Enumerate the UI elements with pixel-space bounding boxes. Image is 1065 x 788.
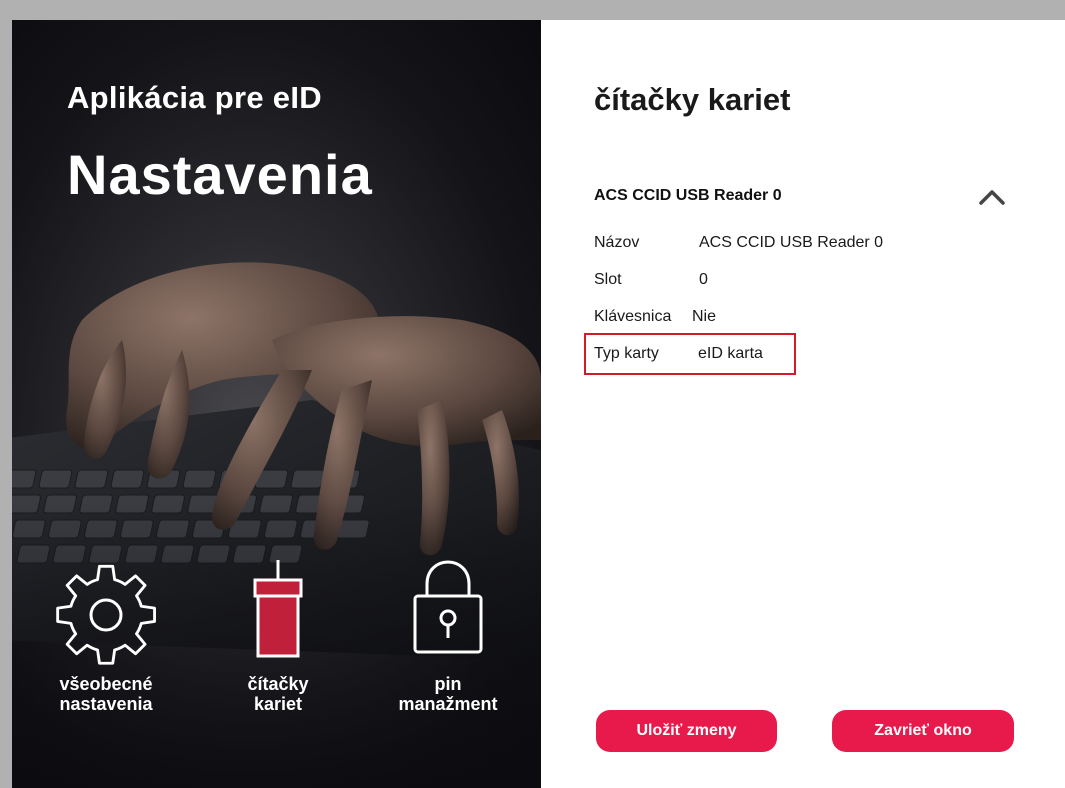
card-reader-icon <box>198 560 358 670</box>
reader-name: ACS CCID USB Reader 0 <box>594 187 782 204</box>
detail-label: Slot <box>594 271 622 288</box>
gear-icon <box>26 560 186 670</box>
close-window-button[interactable]: Zavrieť okno <box>832 710 1014 752</box>
detail-label: Názov <box>594 234 640 251</box>
chevron-up-icon[interactable] <box>978 187 1006 207</box>
detail-value: ACS CCID USB Reader 0 <box>699 234 884 251</box>
lock-icon <box>368 560 528 670</box>
nav-general-settings-label: všeobecné nastavenia <box>59 674 153 714</box>
save-changes-button[interactable]: Uložiť zmeny <box>596 710 777 752</box>
nav-card-readers[interactable]: čítačky kariet <box>198 560 358 740</box>
section-title: čítačky kariet <box>594 82 791 117</box>
highlight-annotation-box <box>584 333 796 375</box>
detail-label: Klávesnica <box>594 308 672 325</box>
window-top-border <box>0 0 1065 20</box>
app-title: Aplikácia pre eID <box>67 80 322 115</box>
nav-general-settings[interactable]: všeobecné nastavenia <box>26 560 186 740</box>
nav-pin-management-label: pin manažment <box>398 674 498 714</box>
sidebar-panel: Aplikácia pre eID Nastavenia všeobecné n… <box>12 20 541 788</box>
nav-pin-management[interactable]: pin manažment <box>368 560 528 740</box>
nav-card-readers-label: čítačky kariet <box>247 674 309 714</box>
detail-value: Nie <box>692 308 717 325</box>
window-left-border <box>0 0 12 788</box>
detail-value: 0 <box>699 271 708 288</box>
reader-accordion-header[interactable]: ACS CCID USB Reader 0 <box>594 183 1014 211</box>
page-title: Nastavenia <box>67 143 373 206</box>
